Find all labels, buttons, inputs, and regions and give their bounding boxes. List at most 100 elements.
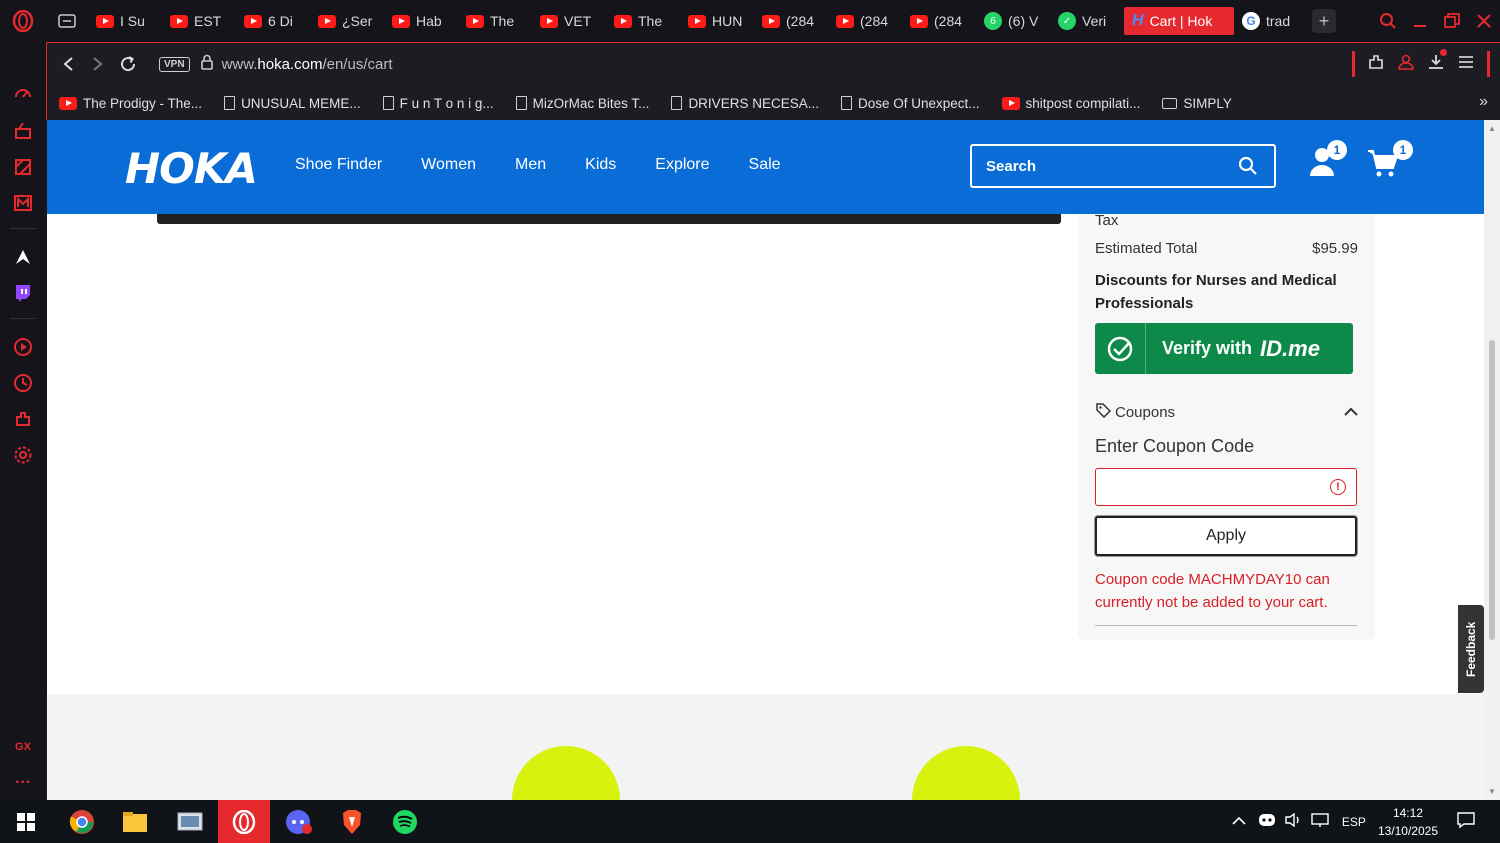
browser-tab[interactable]: (284 xyxy=(902,7,976,35)
coupon-input[interactable] xyxy=(1104,469,1324,503)
browser-tab[interactable]: EST xyxy=(162,7,236,35)
apply-button[interactable]: Apply xyxy=(1095,516,1357,556)
windows-start-icon[interactable] xyxy=(10,806,42,838)
chrome-icon[interactable] xyxy=(66,806,98,838)
browser-tab[interactable]: 6 (6) V xyxy=(976,7,1050,35)
browser-tab[interactable]: ¿Ser xyxy=(310,7,384,35)
lock-icon[interactable] xyxy=(200,54,214,75)
search-tabs-icon[interactable] xyxy=(1372,12,1404,30)
youtube-icon xyxy=(170,14,188,28)
feedback-tab[interactable]: Feedback xyxy=(1458,605,1484,693)
gx-control-icon[interactable] xyxy=(12,120,34,142)
tag-icon xyxy=(1095,402,1112,422)
easy-setup-icon[interactable] xyxy=(1457,53,1475,76)
vpn-badge[interactable]: VPN xyxy=(159,56,190,72)
discord-icon[interactable] xyxy=(283,806,315,838)
browser-tab[interactable]: (284 xyxy=(754,7,828,35)
nav-link[interactable]: Men xyxy=(515,156,546,174)
gx-cleaner-icon[interactable] xyxy=(12,156,34,178)
bookmark-item[interactable]: SIMPLY xyxy=(1162,96,1232,111)
verify-idme-button[interactable]: Verify with ID.me xyxy=(1095,323,1353,374)
notifications-icon[interactable] xyxy=(1456,811,1476,832)
language-indicator[interactable]: ESP xyxy=(1342,815,1366,829)
discord-tray-icon[interactable] xyxy=(1258,813,1276,830)
coupons-toggle[interactable]: Coupons xyxy=(1095,402,1358,422)
enter-coupon-label: Enter Coupon Code xyxy=(1095,436,1255,456)
browser-tab[interactable]: Hab xyxy=(384,7,458,35)
browser-tab[interactable]: The xyxy=(458,7,532,35)
browser-tab[interactable]: H Cart | Hok xyxy=(1124,7,1234,35)
twitch-icon[interactable] xyxy=(12,282,34,304)
close-icon[interactable] xyxy=(1468,14,1500,28)
player-icon[interactable] xyxy=(12,336,34,358)
profile-icon[interactable] xyxy=(1397,53,1415,76)
hoka-logo[interactable]: HOKA xyxy=(125,144,258,193)
history-icon[interactable] xyxy=(12,372,34,394)
address-bar[interactable]: www.hoka.com/en/us/cart xyxy=(222,56,393,73)
restore-icon[interactable] xyxy=(1436,13,1468,29)
extensions-sidebar-icon[interactable] xyxy=(12,408,34,430)
file-explorer-icon[interactable] xyxy=(119,806,151,838)
cart-icon[interactable]: 1 xyxy=(1367,140,1413,183)
clock[interactable]: 14:12 13/10/2025 xyxy=(1378,804,1438,840)
browser-tab[interactable]: VET xyxy=(532,7,606,35)
extensions-icon[interactable] xyxy=(1367,53,1385,76)
account-icon[interactable]: 1 xyxy=(1309,140,1347,183)
bookmark-item[interactable]: UNUSUAL MEME... xyxy=(224,96,361,111)
browser-tab[interactable]: I Su xyxy=(88,7,162,35)
browser-tab[interactable]: Gtrad xyxy=(1234,7,1308,35)
browser-tab[interactable]: ✓ Veri xyxy=(1050,7,1124,35)
browser-tab[interactable]: The xyxy=(606,7,680,35)
minimize-icon[interactable] xyxy=(1404,14,1436,28)
spotify-icon[interactable] xyxy=(389,806,421,838)
nav-link[interactable]: Kids xyxy=(585,156,616,174)
tab-title: (284 xyxy=(860,13,889,29)
opera-gx-taskbar-icon[interactable] xyxy=(218,800,270,843)
bookmark-item[interactable]: MizOrMac Bites T... xyxy=(515,96,649,111)
settings-icon[interactable] xyxy=(12,444,34,466)
page-icon xyxy=(671,96,683,110)
bookmarks-overflow-icon[interactable]: » xyxy=(1479,93,1488,111)
new-tab-button[interactable]: + xyxy=(1312,9,1336,33)
gmail-sidebar-icon[interactable] xyxy=(12,192,34,214)
search-box[interactable] xyxy=(970,144,1276,188)
network-icon[interactable] xyxy=(1310,812,1330,831)
youtube-icon xyxy=(762,14,780,28)
cart-badge: 1 xyxy=(1393,140,1413,160)
chevron-up-icon[interactable] xyxy=(1344,404,1358,421)
bookmark-item[interactable]: DRIVERS NECESA... xyxy=(671,96,819,111)
speed-dial-icon[interactable] xyxy=(12,84,34,106)
browser-tab[interactable]: (284 xyxy=(828,7,902,35)
browser-toolbar: VPN www.hoka.com/en/us/cart The Prodigy … xyxy=(46,42,1500,120)
opera-logo-icon[interactable] xyxy=(0,0,46,42)
whatsapp-icon: 6 xyxy=(984,12,1002,30)
tab-manager-icon[interactable] xyxy=(46,0,88,42)
chevron-up-tray-icon[interactable] xyxy=(1232,815,1246,829)
aria-icon[interactable] xyxy=(12,246,34,268)
discount-heading: Discounts for Nurses and Medical Profess… xyxy=(1095,272,1337,312)
back-button[interactable] xyxy=(53,56,83,72)
forward-button[interactable] xyxy=(83,56,113,72)
bookmark-item[interactable]: shitpost compilati... xyxy=(1001,96,1140,111)
nav-link[interactable]: Explore xyxy=(655,156,709,174)
browser-tab[interactable]: HUN xyxy=(680,7,754,35)
more-icon[interactable]: ··· xyxy=(12,772,34,794)
volume-icon[interactable] xyxy=(1284,812,1302,831)
scrollbar-thumb[interactable] xyxy=(1489,340,1495,640)
downloads-icon[interactable] xyxy=(1427,48,1447,76)
browser-tab[interactable]: 6 Di xyxy=(236,7,310,35)
bookmark-item[interactable]: The Prodigy - The... xyxy=(59,96,202,111)
nav-link[interactable]: Sale xyxy=(749,156,781,174)
reload-button[interactable] xyxy=(113,55,143,73)
search-input[interactable] xyxy=(986,157,1226,175)
page-scrollbar[interactable]: ▲ ▼ xyxy=(1484,120,1500,800)
bookmark-item[interactable]: Dose Of Unexpect... xyxy=(840,96,980,111)
web-page: HOKA Shoe Finder Women Men Kids Explore Sale … xyxy=(47,120,1484,800)
photos-app-icon[interactable] xyxy=(174,806,206,838)
bookmark-item[interactable]: F u n T o n i g... xyxy=(382,96,494,111)
nav-link[interactable]: Shoe Finder xyxy=(295,156,382,174)
coupon-field[interactable]: ! xyxy=(1095,468,1357,506)
nav-link[interactable]: Women xyxy=(421,156,476,174)
brave-icon[interactable] xyxy=(336,806,368,838)
search-icon[interactable] xyxy=(1238,156,1258,181)
